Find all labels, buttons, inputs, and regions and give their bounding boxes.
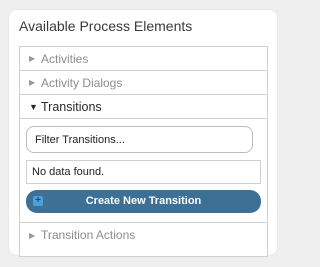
process-elements-panel: Available Process Elements ▶ Activities … <box>9 10 277 257</box>
triangle-right-icon: ▶ <box>29 78 36 87</box>
create-button-label: Create New Transition <box>85 195 202 207</box>
section-header-transition-actions[interactable]: ▶ Transition Actions <box>20 223 267 247</box>
process-elements-accordion: ▶ Activities ▶ Activity Dialogs ▼ Transi… <box>19 46 268 257</box>
transitions-section-body: No data found. + Create New Transition <box>20 119 267 223</box>
section-label: Activities <box>41 51 89 66</box>
plus-icon: + <box>33 196 43 206</box>
section-label: Activity Dialogs <box>41 75 123 90</box>
section-header-activities[interactable]: ▶ Activities <box>20 47 267 71</box>
section-label: Transitions <box>41 99 102 114</box>
section-header-transitions[interactable]: ▼ Transitions <box>20 95 267 119</box>
no-data-message: No data found. <box>26 160 261 184</box>
triangle-right-icon: ▶ <box>29 54 36 63</box>
triangle-right-icon: ▶ <box>29 230 36 240</box>
panel-title: Available Process Elements <box>19 18 193 34</box>
section-header-activity-dialogs[interactable]: ▶ Activity Dialogs <box>20 71 267 95</box>
create-new-transition-button[interactable]: + Create New Transition <box>26 190 261 213</box>
filter-transitions-input[interactable] <box>26 126 253 153</box>
section-label: Transition Actions <box>41 228 136 242</box>
triangle-down-icon: ▼ <box>29 101 38 112</box>
